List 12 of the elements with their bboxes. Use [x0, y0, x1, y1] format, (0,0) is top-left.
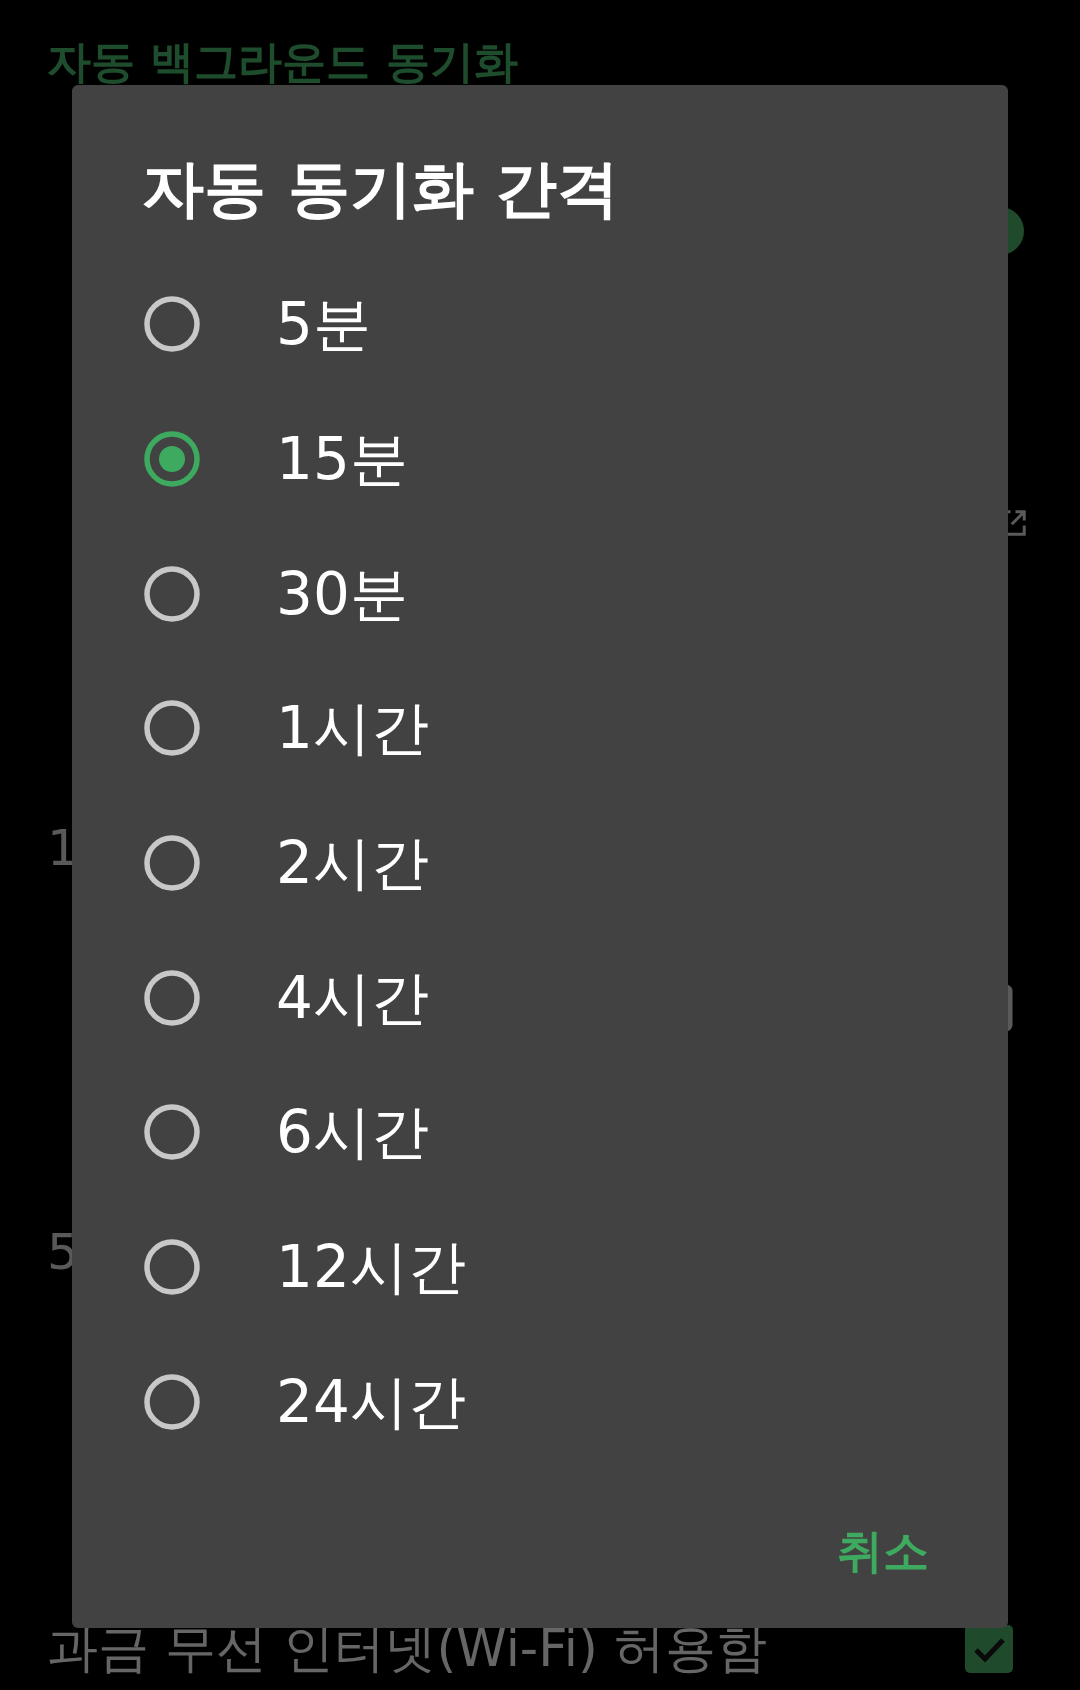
radio-option[interactable]: 15분 — [72, 391, 1008, 527]
section-header: 자동 백그라운드 동기화 — [47, 35, 518, 89]
radio-option[interactable]: 24시간 — [72, 1334, 1008, 1470]
radio-option[interactable]: 1시간 — [72, 661, 1008, 796]
radio-option[interactable]: 4시간 — [72, 930, 1008, 1066]
checkbox[interactable] — [965, 1625, 1013, 1673]
radio-option[interactable]: 12시간 — [72, 1199, 1008, 1335]
radio-option[interactable]: 30분 — [72, 526, 1008, 662]
dialog-title: 자동 동기화 간격 — [142, 155, 620, 223]
radio-option[interactable]: 5분 — [72, 257, 1008, 392]
setting-title: 과금 무선 인터넷(Wi-Fi) 허용함 — [47, 1618, 768, 1680]
radio-option[interactable]: 6시간 — [72, 1065, 1008, 1200]
